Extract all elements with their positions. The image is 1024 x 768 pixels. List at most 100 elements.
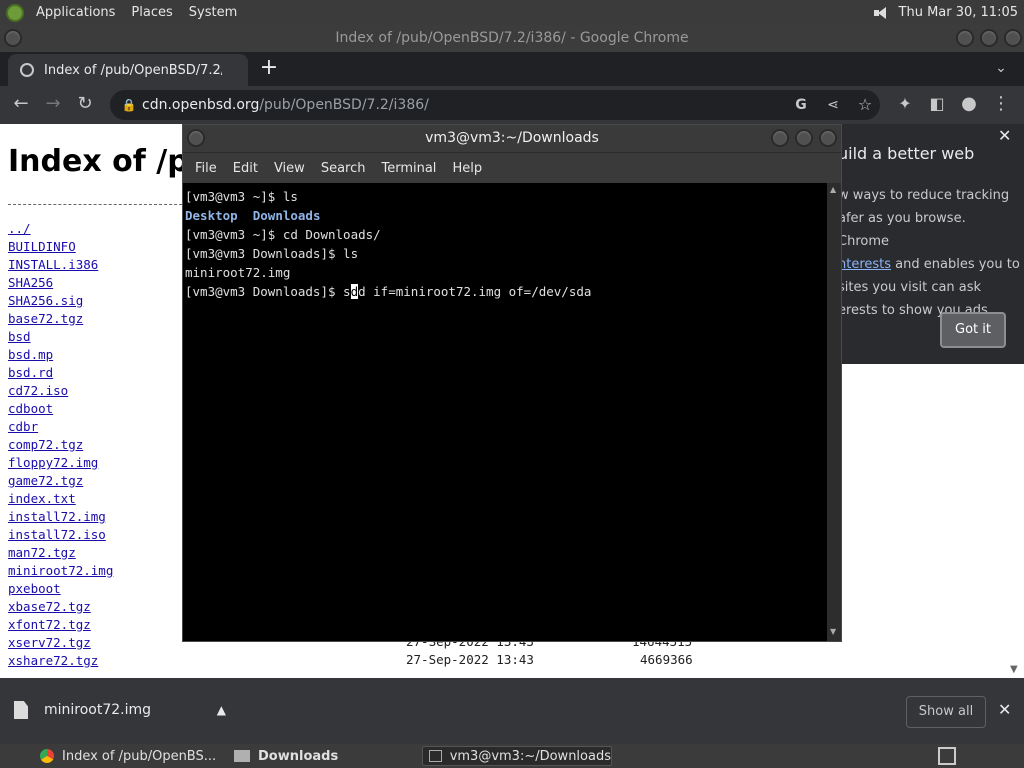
dir-entry: Desktop <box>185 208 238 223</box>
file-link[interactable]: index.txt <box>8 490 113 508</box>
file-link[interactable]: INSTALL.i386 <box>8 256 113 274</box>
file-list: ../ BUILDINFO INSTALL.i386 SHA256 SHA256… <box>8 220 113 670</box>
close-window-button[interactable] <box>1004 29 1022 47</box>
address-bar[interactable]: 🔒 cdn.openbsd.org/pub/OpenBSD/7.2/i386/ … <box>110 90 880 120</box>
maximize-button[interactable] <box>980 29 998 47</box>
file-link[interactable]: bsd.mp <box>8 346 113 364</box>
scroll-up-icon[interactable]: ▲ <box>830 185 836 194</box>
terminal-minimize-button[interactable] <box>771 129 789 147</box>
file-link[interactable]: cd72.iso <box>8 382 113 400</box>
file-link[interactable]: xbase72.tgz <box>8 598 113 616</box>
got-it-button[interactable]: Got it <box>940 312 1006 348</box>
terminal-icon <box>429 750 442 762</box>
terminal-title: vm3@vm3:~/Downloads <box>425 130 599 146</box>
file-link[interactable]: xserv72.tgz <box>8 634 113 652</box>
volume-icon[interactable] <box>873 5 891 21</box>
profile-avatar-icon[interactable]: ● <box>958 94 980 114</box>
lock-icon[interactable]: 🔒 <box>118 95 140 115</box>
workspace-switcher-icon[interactable] <box>938 747 956 765</box>
back-arrow-icon[interactable]: ← <box>10 94 32 114</box>
bookmark-star-icon[interactable]: ☆ <box>854 95 876 115</box>
taskbar-item-label: Downloads <box>258 748 339 764</box>
extensions-icon[interactable]: ✦ <box>894 94 916 114</box>
file-link[interactable]: install72.img <box>8 508 113 526</box>
file-link[interactable]: SHA256.sig <box>8 292 113 310</box>
scroll-down-icon[interactable]: ▼ <box>830 627 836 636</box>
popup-text-line: sites you visit can ask <box>838 280 982 295</box>
chrome-icon <box>40 749 54 763</box>
tab-strip: Index of /pub/OpenBSD/7.2/i + ⌄ <box>0 52 1024 86</box>
popup-title: uild a better web <box>838 144 975 163</box>
terminal-menu-file[interactable]: File <box>187 161 225 176</box>
file-link[interactable]: ../ <box>8 220 113 238</box>
terminal-menu-view[interactable]: View <box>266 161 313 176</box>
file-link[interactable]: man72.tgz <box>8 544 113 562</box>
terminal-scrollbar[interactable]: ▲ ▼ <box>827 183 841 641</box>
side-panel-icon[interactable]: ◧ <box>926 94 948 114</box>
file-link[interactable]: bsd <box>8 328 113 346</box>
terminal-menubar: File Edit View Search Terminal Help <box>183 153 841 183</box>
file-link[interactable]: comp72.tgz <box>8 436 113 454</box>
file-link[interactable]: cdbr <box>8 418 113 436</box>
taskbar-item-downloads[interactable]: Downloads <box>228 746 418 766</box>
menu-applications[interactable]: Applications <box>28 0 123 25</box>
menu-places[interactable]: Places <box>123 0 180 25</box>
download-shelf: miniroot72.img ▲ Show all ✕ <box>0 678 1024 744</box>
url-host: cdn.openbsd.org <box>142 97 260 113</box>
minimize-button[interactable] <box>956 29 974 47</box>
popup-interests-link[interactable]: nterests <box>838 257 891 272</box>
popup-close-icon[interactable]: ✕ <box>998 126 1011 145</box>
terminal-maximize-button[interactable] <box>795 129 813 147</box>
tab-search-chevron-icon[interactable]: ⌄ <box>990 58 1012 78</box>
popup-text-line: nterests and enables you to <box>838 253 1020 276</box>
chrome-menu-icon[interactable]: ⋮ <box>990 94 1012 114</box>
scroll-down-icon[interactable]: ▼ <box>1010 664 1018 675</box>
chevron-up-icon[interactable]: ▲ <box>217 703 226 717</box>
terminal-menu-help[interactable]: Help <box>444 161 490 176</box>
terminal-line: [vm3@vm3 ~]$ cd Downloads/ <box>185 227 381 242</box>
popup-text-line: afer as you browse. Chrome <box>838 211 966 249</box>
menu-system[interactable]: System <box>181 0 245 25</box>
page-title: Index of /pu <box>8 144 211 179</box>
file-link[interactable]: xshare72.tgz <box>8 652 113 670</box>
file-link[interactable]: game72.tgz <box>8 472 113 490</box>
file-link[interactable]: xfont72.tgz <box>8 616 113 634</box>
terminal-menu-edit[interactable]: Edit <box>225 161 266 176</box>
taskbar: Index of /pub/OpenBS... Downloads vm3@vm… <box>0 744 1024 768</box>
taskbar-item-terminal[interactable]: vm3@vm3:~/Downloads <box>422 746 612 766</box>
file-link[interactable]: SHA256 <box>8 274 113 292</box>
terminal-line: [vm3@vm3 Downloads]$ ls <box>185 246 359 261</box>
file-link[interactable]: install72.iso <box>8 526 113 544</box>
dir-entry: Downloads <box>252 208 321 223</box>
file-link[interactable]: pxeboot <box>8 580 113 598</box>
file-link[interactable]: BUILDINFO <box>8 238 113 256</box>
reload-icon[interactable]: ↻ <box>74 94 96 114</box>
file-link[interactable]: bsd.rd <box>8 364 113 382</box>
privacy-sandbox-popup: uild a better web ✕ w ways to reduce tra… <box>838 124 1024 364</box>
distro-logo-icon[interactable] <box>6 3 24 22</box>
clock[interactable]: Thu Mar 30, 11:05 <box>899 5 1018 20</box>
file-link[interactable]: base72.tgz <box>8 310 113 328</box>
popup-body: w ways to reduce tracking afer as you br… <box>838 184 1020 322</box>
taskbar-item-chrome[interactable]: Index of /pub/OpenBS... <box>34 746 224 766</box>
file-size: 4669366 <box>640 652 693 667</box>
new-tab-icon[interactable]: + <box>258 57 280 79</box>
file-link[interactable]: cdboot <box>8 400 113 418</box>
terminal-menu-search[interactable]: Search <box>313 161 374 176</box>
close-download-shelf-icon[interactable]: ✕ <box>998 700 1011 719</box>
file-link[interactable]: miniroot72.img <box>8 562 113 580</box>
terminal-output[interactable]: [vm3@vm3 ~]$ ls Desktop Downloads [vm3@v… <box>183 183 827 641</box>
tab-openbsd-index[interactable]: Index of /pub/OpenBSD/7.2/i <box>8 54 248 86</box>
file-link[interactable]: floppy72.img <box>8 454 113 472</box>
show-all-button[interactable]: Show all <box>906 696 986 728</box>
download-item[interactable]: miniroot72.img ▲ <box>14 692 234 728</box>
terminal-window-menu-button[interactable] <box>187 129 205 147</box>
globe-icon <box>20 63 34 77</box>
window-menu-button[interactable] <box>4 29 22 47</box>
file-icon <box>14 701 28 719</box>
forward-arrow-icon[interactable]: → <box>42 94 64 114</box>
terminal-close-button[interactable] <box>819 129 837 147</box>
share-icon[interactable]: ⋖ <box>822 95 844 115</box>
terminal-menu-terminal[interactable]: Terminal <box>373 161 444 176</box>
google-lens-icon[interactable]: G <box>790 95 812 115</box>
